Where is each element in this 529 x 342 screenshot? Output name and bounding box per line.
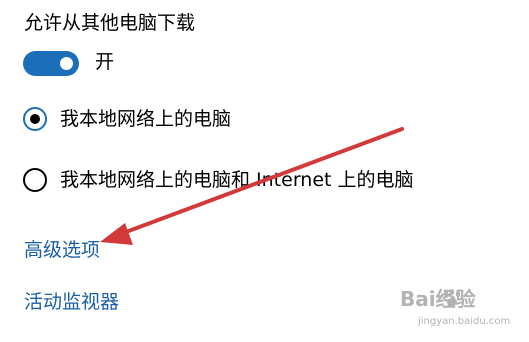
baidu-paw-logo-icon: Bai经验 jingyan.baidu.com [400,287,510,327]
toggle-state-label: 开 [95,51,115,73]
watermark-url-text: jingyan.baidu.com [417,316,510,327]
radio-selected-dot [30,114,40,124]
watermark-brand-text: Bai经验 [400,287,476,311]
arrow-head [100,223,133,245]
activity-monitor-link[interactable]: 活动监视器 [24,290,119,314]
allow-downloads-toggle[interactable] [23,51,79,76]
radio-local-and-internet[interactable] [23,168,47,192]
radio-local-and-internet-label[interactable]: 我本地网络上的电脑和 Internet 上的电脑 [60,168,414,192]
radio-local-network[interactable] [23,107,47,131]
radio-local-network-label[interactable]: 我本地网络上的电脑 [60,107,231,131]
advanced-options-link[interactable]: 高级选项 [24,238,100,262]
download-from-other-pcs-title: 允许从其他电脑下载 [24,12,196,34]
toggle-knob [60,57,73,70]
